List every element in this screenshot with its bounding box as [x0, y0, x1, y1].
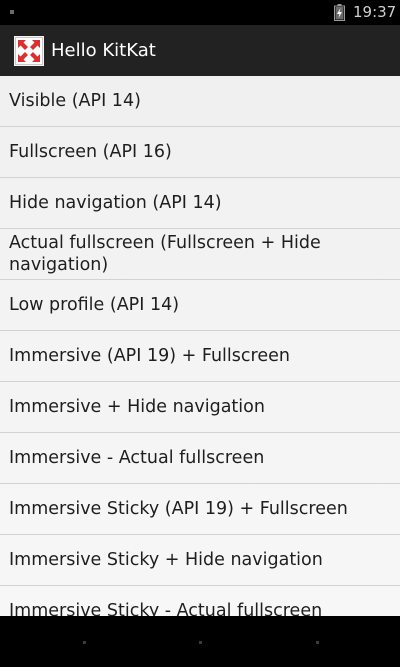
app-title: Hello KitKat	[51, 40, 156, 61]
list-item-label: Immersive Sticky (API 19) + Fullscreen	[9, 499, 348, 519]
list-item-immersive-hide-navigation[interactable]: Immersive + Hide navigation	[0, 382, 400, 433]
list-item-hide-navigation[interactable]: Hide navigation (API 14)	[0, 178, 400, 229]
nav-back-dot-icon[interactable]	[83, 641, 86, 644]
nav-recents-dot-icon[interactable]	[316, 641, 319, 644]
list-item-label: Immersive + Hide navigation	[9, 397, 265, 417]
list-item-label: Visible (API 14)	[9, 91, 141, 111]
list-item-fullscreen[interactable]: Fullscreen (API 16)	[0, 127, 400, 178]
status-bar: 19:37	[0, 0, 400, 25]
fullscreen-arrows-icon[interactable]	[14, 36, 44, 66]
list-item-label: Immersive Sticky - Actual fullscreen	[9, 601, 323, 616]
list-item-label: Immersive - Actual fullscreen	[9, 448, 265, 468]
list-item-immersive-fullscreen[interactable]: Immersive (API 19) + Fullscreen	[0, 331, 400, 382]
list-item-label: Immersive Sticky + Hide navigation	[9, 550, 323, 570]
list-item-actual-fullscreen[interactable]: Actual fullscreen (Fullscreen + Hide nav…	[0, 229, 400, 280]
list-item-immersive-sticky-fullscreen[interactable]: Immersive Sticky (API 19) + Fullscreen	[0, 484, 400, 535]
nav-home-dot-icon[interactable]	[199, 641, 202, 644]
list-item-label: Immersive (API 19) + Fullscreen	[9, 346, 290, 366]
list-item-label: Actual fullscreen (Fullscreen + Hide nav…	[9, 233, 321, 275]
battery-charging-icon	[334, 4, 345, 21]
list-item-visible[interactable]: Visible (API 14)	[0, 76, 400, 127]
options-list[interactable]: Visible (API 14) Fullscreen (API 16) Hid…	[0, 76, 400, 616]
list-item-immersive-sticky-hide-navigation[interactable]: Immersive Sticky + Hide navigation	[0, 535, 400, 586]
notification-dot-icon	[10, 10, 14, 14]
list-item-label: Low profile (API 14)	[9, 295, 180, 315]
list-item-label: Fullscreen (API 16)	[9, 142, 172, 162]
list-item-label: Hide navigation (API 14)	[9, 193, 222, 213]
list-item-immersive-actual-fullscreen[interactable]: Immersive - Actual fullscreen	[0, 433, 400, 484]
list-item-immersive-sticky-actual-fullscreen[interactable]: Immersive Sticky - Actual fullscreen	[0, 586, 400, 616]
status-time: 19:37	[353, 3, 397, 21]
list-item-low-profile[interactable]: Low profile (API 14)	[0, 280, 400, 331]
